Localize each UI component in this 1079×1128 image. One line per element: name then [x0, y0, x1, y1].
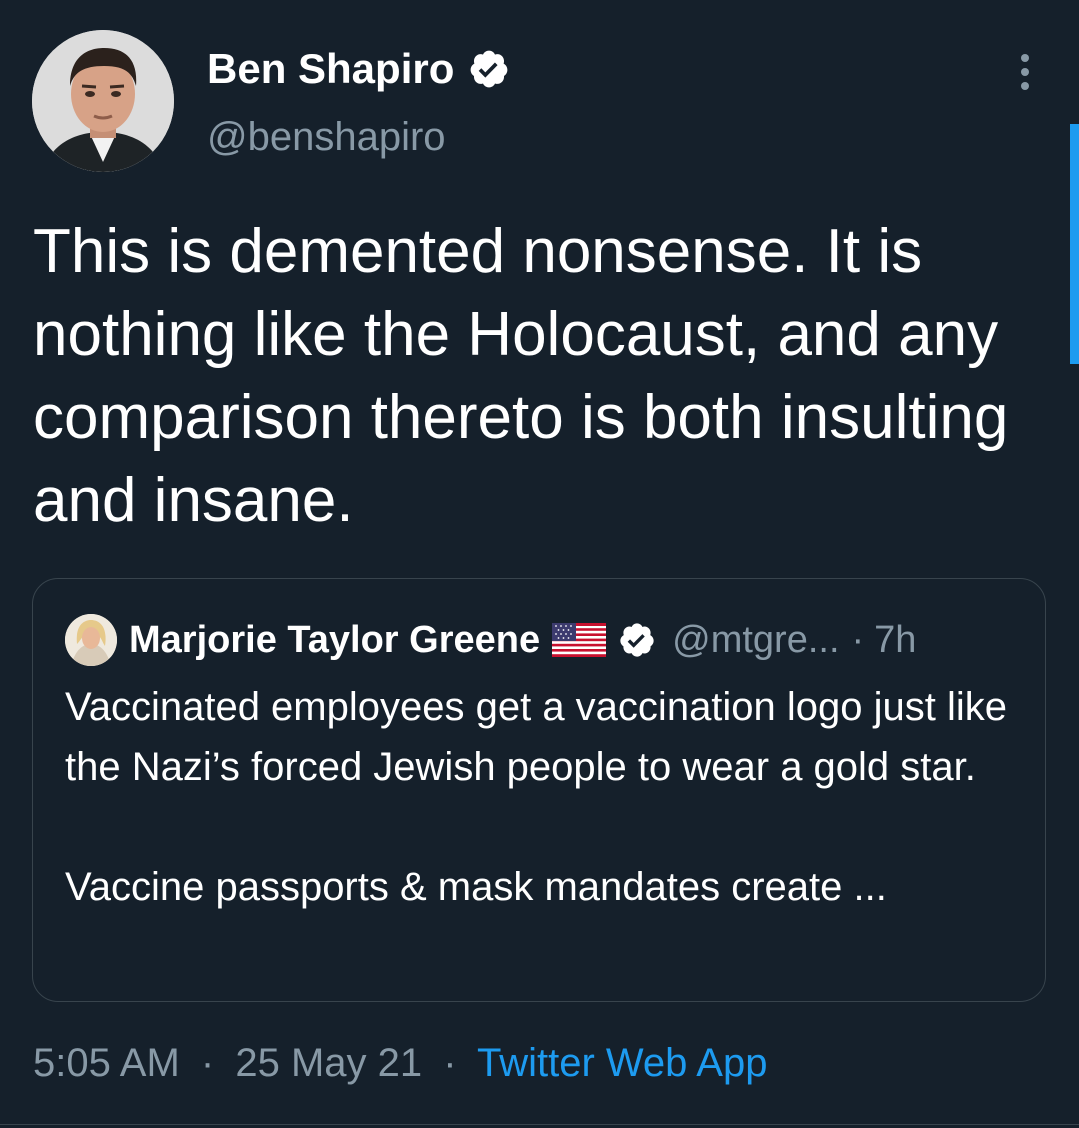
tweet-time[interactable]: 5:05 AM	[33, 1041, 180, 1085]
verified-badge-icon	[470, 50, 508, 88]
author-avatar[interactable]	[32, 30, 174, 172]
author-handle[interactable]: @benshapiro	[207, 112, 446, 162]
quoted-text-paragraph-2: Vaccine passports & mask mandates create…	[65, 865, 887, 909]
meta-separator-2: ·	[443, 1041, 457, 1085]
scrollbar-thumb[interactable]	[1070, 124, 1079, 364]
author-name[interactable]: Ben Shapiro	[207, 44, 454, 94]
tweet-text: This is demented nonsense. It is nothing…	[33, 217, 1009, 535]
quoted-author-name: Marjorie Taylor Greene	[129, 618, 541, 661]
author-avatar-image	[32, 30, 174, 172]
meta-separator-1: ·	[200, 1041, 215, 1085]
quoted-tweet-text: Vaccinated employees get a vaccination l…	[65, 677, 1025, 917]
us-flag-icon	[552, 623, 607, 657]
quoted-author-avatar	[65, 614, 117, 666]
more-options-icon[interactable]	[1010, 52, 1040, 92]
tweet-date[interactable]: 25 May 21	[235, 1041, 422, 1085]
quoted-timestamp: 7h	[874, 618, 917, 661]
quoted-author-handle: @mtgre...	[672, 618, 840, 661]
quoted-tweet-card[interactable]: Marjorie Taylor Greene @mtgre... · 7h Va…	[32, 578, 1046, 1002]
quoted-avatar-image	[65, 614, 117, 666]
bottom-divider	[0, 1124, 1079, 1125]
quoted-tweet-header: Marjorie Taylor Greene @mtgre... · 7h	[65, 613, 916, 667]
quoted-separator: ·	[851, 618, 865, 661]
tweet-meta: 5:05 AM · 25 May 21 · Twitter Web App	[33, 1036, 767, 1090]
author-name-row[interactable]: Ben Shapiro	[207, 44, 510, 94]
quoted-text-paragraph-1: Vaccinated employees get a vaccination l…	[65, 685, 1008, 789]
tweet-source-link[interactable]: Twitter Web App	[477, 1041, 768, 1085]
quoted-verified-badge-icon	[620, 623, 654, 657]
